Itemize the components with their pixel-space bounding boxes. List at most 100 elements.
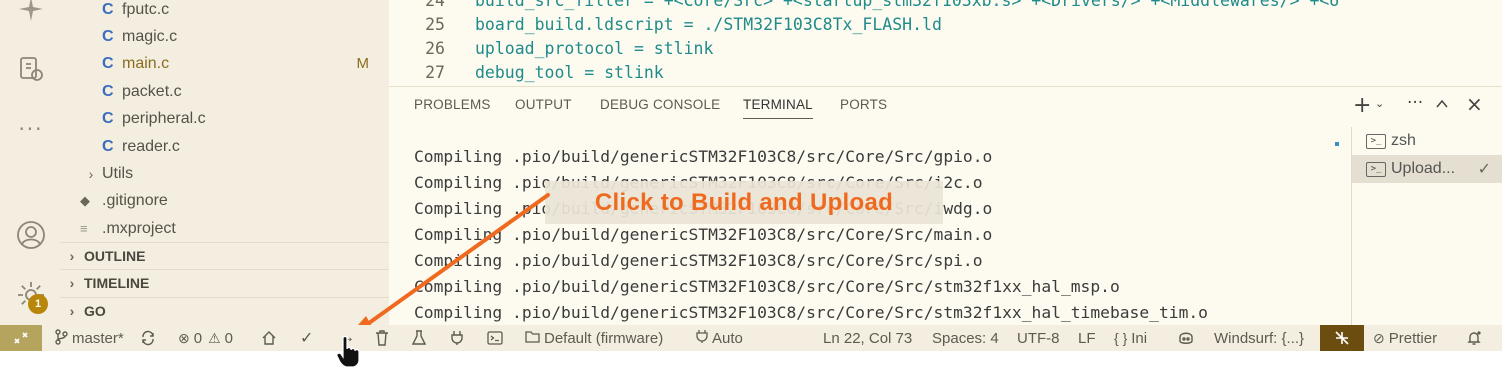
file-label: reader.c: [122, 137, 180, 155]
chevron-right-icon: ›: [69, 275, 75, 291]
callout-text: Click to Build and Upload: [594, 188, 894, 216]
c-file-icon: C: [102, 0, 114, 18]
new-terminal-plus-icon[interactable]: +: [1353, 93, 1371, 118]
git-branch-item[interactable]: master*: [54, 325, 124, 351]
sync-icon[interactable]: [140, 325, 156, 351]
copilot-icon[interactable]: [1177, 325, 1195, 351]
file-item-gitignore[interactable]: ◆ .gitignore: [80, 187, 168, 214]
build-check-icon[interactable]: ✓: [300, 325, 313, 351]
settings-badge: 1: [28, 294, 48, 314]
c-file-icon: C: [102, 27, 114, 45]
cursor-position[interactable]: Ln 22, Col 73: [823, 325, 912, 351]
code-line: 27 debug_tool = stlink: [389, 60, 664, 84]
chevron-right-icon: ›: [69, 248, 75, 264]
status-bar: master* ⊗ 0 ⚠ 0 ✓ → Default (firmware) A…: [0, 325, 1502, 351]
terminal-line: Compiling .pio/build/genericSTM32F103C8/…: [414, 303, 1208, 322]
terminal-list: >_ zsh >_ Upload... ✓: [1351, 127, 1502, 326]
more-views-icon[interactable]: ···: [16, 114, 46, 144]
file-item-fputc[interactable]: C fputc.c: [102, 0, 169, 23]
windsurf-status[interactable]: Windsurf: {...}: [1214, 325, 1304, 351]
activity-bar: ··· 1: [0, 0, 60, 325]
language-mode[interactable]: { } Ini: [1114, 325, 1147, 351]
environment-selector[interactable]: Default (firmware): [525, 325, 663, 351]
file-item-mxproject[interactable]: ≡ .mxproject: [80, 215, 176, 242]
terminal-entry-upload[interactable]: >_ Upload... ✓: [1352, 155, 1502, 183]
test-flask-icon[interactable]: [412, 325, 426, 351]
remote-indicator-icon[interactable]: [0, 325, 42, 351]
plug-icon: [696, 329, 708, 347]
file-item-packet[interactable]: C packet.c: [102, 78, 182, 105]
port-selector[interactable]: Auto: [696, 325, 743, 351]
platformio-home-icon[interactable]: [261, 325, 277, 351]
file-item-reader[interactable]: C reader.c: [102, 133, 180, 160]
sparkle-icon[interactable]: [16, 0, 46, 24]
more-actions-icon[interactable]: ···: [1407, 93, 1423, 113]
folder-item-utils[interactable]: › Utils: [80, 160, 133, 187]
prettier-disabled-icon: ⊘: [1373, 329, 1385, 346]
code-text: upload_protocol = stlink: [475, 38, 714, 58]
terminal-entry-zsh[interactable]: >_ zsh: [1352, 127, 1502, 155]
code-line: 24 build_src_filter = +<Core/Src> +<star…: [389, 0, 1339, 12]
code-text: board_build.ldscript = ./STM32F103C8Tx_F…: [475, 14, 942, 34]
section-label: OUTLINE: [84, 248, 146, 264]
folder-env-icon: [525, 330, 540, 346]
file-label: main.c: [122, 54, 170, 72]
problems-summary[interactable]: ⊗ 0 ⚠ 0: [178, 325, 233, 351]
hand-pointer-cursor-icon: [336, 336, 360, 368]
file-label: .mxproject: [102, 219, 176, 237]
lines-file-icon: ≡: [80, 221, 88, 236]
prettier-label: Prettier: [1388, 329, 1438, 347]
tab-terminal[interactable]: TERMINAL: [743, 97, 813, 119]
terminal-icon: >_: [1366, 133, 1386, 149]
serial-monitor-plug-icon[interactable]: [450, 325, 464, 351]
terminal-label: zsh: [1391, 132, 1416, 149]
file-label: .gitignore: [102, 191, 168, 209]
error-count: 0: [193, 329, 203, 347]
c-file-icon: C: [102, 54, 114, 72]
git-branch-icon: [54, 328, 68, 348]
account-icon[interactable]: [16, 220, 46, 250]
chevron-right-icon: ›: [88, 165, 94, 182]
section-timeline[interactable]: › TIMELINE: [60, 269, 389, 296]
line-number: 26: [425, 38, 445, 58]
braces-icon: { }: [1114, 330, 1128, 346]
end-of-line[interactable]: LF: [1078, 325, 1096, 351]
prettier-status[interactable]: ⊘ Prettier: [1373, 325, 1437, 351]
notifications-bell-icon[interactable]: [1466, 325, 1482, 351]
encoding[interactable]: UTF-8: [1017, 325, 1060, 351]
terminal-line: Compiling .pio/build/genericSTM32F103C8/…: [414, 251, 983, 270]
line-number: 27: [425, 62, 445, 82]
maximize-panel-icon[interactable]: [1435, 95, 1449, 116]
terminal-prompt-icon[interactable]: [487, 325, 503, 351]
warning-triangle-icon: ⚠: [208, 329, 221, 346]
remote-explorer-icon[interactable]: [16, 54, 46, 84]
file-item-magic[interactable]: C magic.c: [102, 23, 177, 50]
section-label: GO: [84, 303, 106, 319]
code-editor[interactable]: 24 build_src_filter = +<Core/Src> +<star…: [389, 0, 1502, 86]
terminal-line: Compiling .pio/build/genericSTM32F103C8/…: [414, 277, 1120, 296]
chevron-right-icon: ›: [69, 303, 75, 319]
terminal-line: Compiling .pio/build/genericSTM32F103C8/…: [414, 225, 993, 244]
close-panel-icon[interactable]: ×: [1466, 92, 1483, 116]
code-line: 26 upload_protocol = stlink: [389, 36, 713, 60]
section-label: TIMELINE: [84, 275, 150, 291]
chevron-down-icon[interactable]: ⌄: [1375, 97, 1384, 110]
language-label: Ini: [1131, 329, 1148, 347]
check-icon: ✓: [1477, 161, 1491, 178]
annotation-callout: Click to Build and Upload: [545, 181, 943, 224]
tab-problems[interactable]: PROBLEMS: [414, 97, 491, 112]
file-item-main[interactable]: C main.c M: [102, 50, 389, 77]
file-label: peripheral.c: [122, 109, 206, 127]
code-line: 25 board_build.ldscript = ./STM32F103C8T…: [389, 12, 942, 36]
indentation[interactable]: Spaces: 4: [932, 325, 999, 351]
section-outline[interactable]: › OUTLINE: [60, 242, 389, 269]
section-go[interactable]: › GO: [60, 297, 389, 324]
folder-label: Utils: [102, 164, 134, 182]
branch-label: master*: [72, 329, 124, 347]
tab-ports[interactable]: PORTS: [840, 97, 887, 112]
windsurf-toggle-icon[interactable]: [1320, 325, 1364, 351]
clean-trash-icon[interactable]: [375, 325, 389, 351]
tab-debug-console[interactable]: DEBUG CONSOLE: [600, 97, 720, 112]
tab-output[interactable]: OUTPUT: [515, 97, 572, 112]
file-item-peripheral[interactable]: C peripheral.c: [102, 105, 206, 132]
